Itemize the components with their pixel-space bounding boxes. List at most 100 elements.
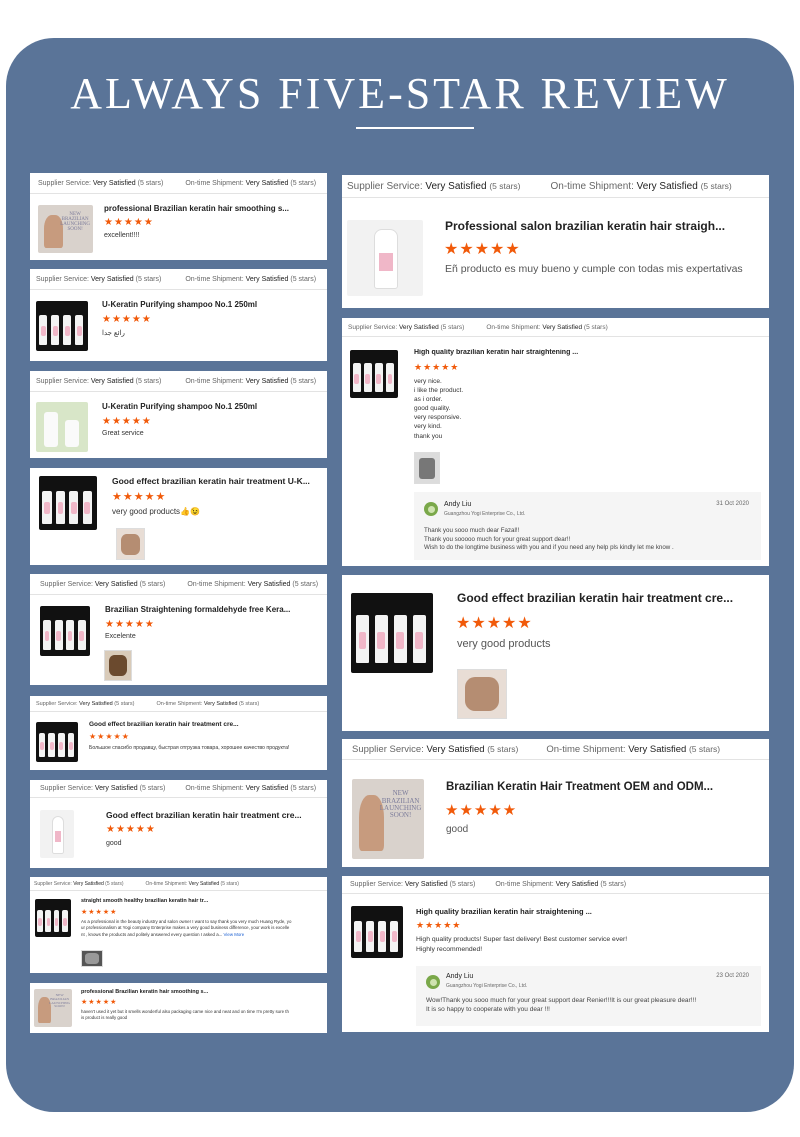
rating-header: Supplier Service: Very Satisfied (5 star… <box>30 574 327 595</box>
product-image[interactable] <box>351 906 403 958</box>
shipment-label: On-time Shipment: <box>145 880 188 887</box>
star-rating: ★★★★★ <box>81 999 118 1006</box>
review-text: very nice. i like the product. as i orde… <box>414 378 464 440</box>
launch-text: NEW BRAZILIAN LAUNCHING SOON! <box>379 789 422 820</box>
product-image[interactable]: NEW BRAZILIAN LAUNCHING SOON! <box>38 205 93 253</box>
star-rating: ★★★★★ <box>456 615 533 632</box>
review-card: Supplier Service: Very Satisfied (5 star… <box>30 173 327 260</box>
supplier-label: Supplier Service: <box>40 580 93 588</box>
shipment-label: On-time Shipment: <box>185 785 244 792</box>
review-card: Good effect brazilian keratin hair treat… <box>342 575 769 731</box>
product-title[interactable]: High quality brazilian keratin hair stra… <box>416 907 716 916</box>
shipment-value: Very Satisfied <box>188 880 220 887</box>
review-text: very good products👍😉 <box>112 507 200 516</box>
shipment-label: On-time Shipment: <box>156 700 203 707</box>
star-rating: ★★★★★ <box>81 909 118 916</box>
rating-header: Supplier Service: Very Satisfied (5 star… <box>30 371 327 392</box>
supplier-stars: (5 stars) <box>135 275 162 283</box>
shipment-value: Very Satisfied <box>203 700 238 707</box>
shipment-stars: (5 stars) <box>292 580 319 588</box>
product-image[interactable] <box>351 593 433 673</box>
shipment-value: Very Satisfied <box>542 323 583 331</box>
supplier-label: Supplier Service: <box>36 275 89 283</box>
supplier-value: Very Satisfied <box>94 580 138 588</box>
review-text: Большое спасибо продавцу, быстрая отгруз… <box>89 745 290 751</box>
product-title[interactable]: Good effect brazilian keratin hair treat… <box>89 721 319 728</box>
rating-header: Supplier Service: Very Satisfied (5 star… <box>342 175 769 198</box>
shipment-value: Very Satisfied <box>245 785 289 792</box>
seller-avatar <box>426 975 440 989</box>
supplier-value: Very Satisfied <box>425 180 487 192</box>
title-underline <box>356 127 474 129</box>
supplier-label: Supplier Service: <box>36 700 78 707</box>
shipment-label: On-time Shipment: <box>546 743 626 755</box>
supplier-value: Very Satisfied <box>404 881 448 888</box>
supplier-label: Supplier Service: <box>347 180 423 192</box>
product-title[interactable]: Professional salon brazilian keratin hai… <box>445 219 760 233</box>
product-image[interactable] <box>36 402 88 452</box>
product-title[interactable]: Brazilian Straightening formaldehyde fre… <box>105 605 315 614</box>
review-text: haven't used it yet but it smells wonder… <box>81 1009 289 1021</box>
product-title[interactable]: straight smooth healthy brazilian kerati… <box>81 898 316 904</box>
product-image[interactable] <box>350 350 398 398</box>
review-photo-thumbnail[interactable] <box>457 669 507 719</box>
reply-text: Wow!Thank you sooo much for your great s… <box>426 997 697 1014</box>
supplier-label: Supplier Service: <box>40 785 93 792</box>
shipment-label: On-time Shipment: <box>550 180 634 192</box>
shipment-value: Very Satisfied <box>628 743 687 755</box>
review-photo-thumbnail[interactable] <box>116 528 145 560</box>
supplier-value: Very Satisfied <box>90 377 134 385</box>
rating-header: Supplier Service: Very Satisfied (5 star… <box>342 318 769 337</box>
page-title: ALWAYS FIVE-STAR REVIEW <box>70 69 730 118</box>
product-title[interactable]: Brazilian Keratin Hair Treatment OEM and… <box>446 781 756 793</box>
shipment-stars: (5 stars) <box>290 275 317 283</box>
review-text-body: As a professional in the beauty industry… <box>81 919 292 937</box>
product-title[interactable]: Good effect brazilian keratin hair treat… <box>457 591 757 605</box>
review-card: Supplier Service: Very Satisfied (5 star… <box>342 175 769 308</box>
launch-text: NEW BRAZILIAN LAUNCHING SOON! <box>49 993 71 1009</box>
product-image[interactable] <box>36 301 88 351</box>
supplier-label: Supplier Service: <box>350 881 403 888</box>
supplier-value: Very Satisfied <box>92 179 136 187</box>
product-title[interactable]: professional Brazilian keratin hair smoo… <box>81 989 316 995</box>
shipment-stars: (5 stars) <box>700 181 732 191</box>
shipment-label: On-time Shipment: <box>185 275 244 283</box>
reply-date: 31 Oct 2020 <box>716 501 749 507</box>
product-title[interactable]: U-Keratin Purifying shampoo No.1 250ml <box>102 300 317 309</box>
star-rating: ★★★★★ <box>102 314 152 325</box>
supplier-value: Very Satisfied <box>73 880 104 887</box>
product-image[interactable] <box>39 476 97 530</box>
review-text: رائع جدا <box>102 330 125 337</box>
product-image[interactable]: NEW BRAZILIAN LAUNCHING SOON! <box>34 989 72 1027</box>
rating-header: Supplier Service: Very Satisfied (5 star… <box>30 269 327 290</box>
product-title[interactable]: High quality brazilian keratin hair stra… <box>414 349 714 356</box>
product-image[interactable] <box>347 220 423 296</box>
review-photo-thumbnail[interactable] <box>81 950 103 967</box>
product-image[interactable] <box>40 606 90 656</box>
launch-text: NEW BRAZILIAN LAUNCHING SOON! <box>60 211 90 233</box>
supplier-label: Supplier Service: <box>348 323 398 331</box>
product-title[interactable]: U-Keratin Purifying shampoo No.1 250ml <box>102 402 317 411</box>
review-text: Great service <box>102 430 144 437</box>
product-image[interactable] <box>36 722 78 762</box>
review-photo-thumbnail[interactable] <box>414 452 440 484</box>
supplier-label: Supplier Service: <box>352 743 424 755</box>
product-image[interactable]: NEW BRAZILIAN LAUNCHING SOON! <box>352 779 424 859</box>
supplier-value: Very Satisfied <box>426 743 485 755</box>
product-image[interactable] <box>40 810 74 858</box>
view-more-link[interactable]: View More <box>224 932 245 937</box>
review-photo-thumbnail[interactable] <box>104 650 132 681</box>
shipment-value: Very Satisfied <box>245 377 289 385</box>
supplier-stars: (5 stars) <box>487 744 519 754</box>
product-title[interactable]: Good effect brazilian keratin hair treat… <box>106 810 316 820</box>
product-title[interactable]: Good effect brazilian keratin hair treat… <box>112 476 317 486</box>
seller-avatar <box>424 502 438 516</box>
review-card: Supplier Service: Very Satisfied (5 star… <box>30 269 327 361</box>
product-image[interactable] <box>35 899 71 937</box>
reply-text: Thank you sooo much dear Fazal!! Thank y… <box>424 527 674 552</box>
supplier-label: Supplier Service: <box>38 179 91 187</box>
product-title[interactable]: professional Brazilian keratin hair smoo… <box>104 204 319 213</box>
star-rating: ★★★★★ <box>105 619 155 630</box>
supplier-label: Supplier Service: <box>36 377 89 385</box>
review-text: Eñ producto es muy bueno y cumple con to… <box>445 263 743 275</box>
